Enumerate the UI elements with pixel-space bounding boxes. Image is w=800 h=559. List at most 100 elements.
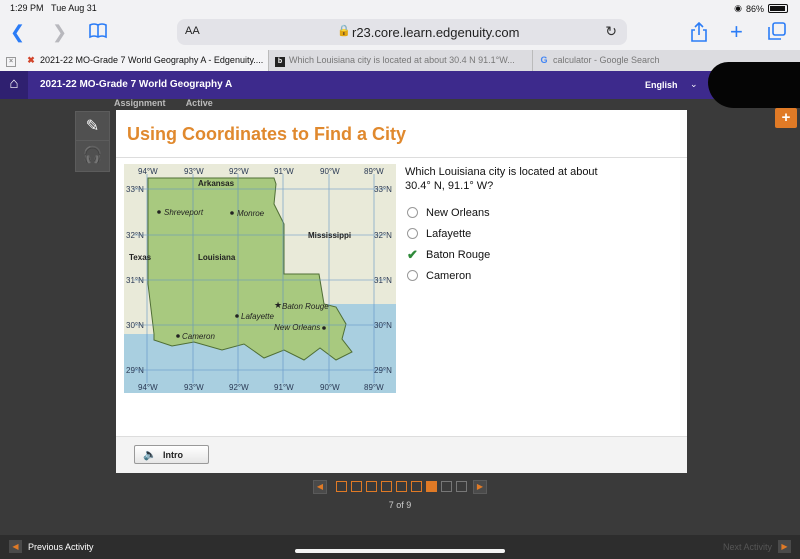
previous-activity-button[interactable]: ◀ — [9, 540, 22, 553]
radio-button[interactable] — [407, 207, 418, 218]
language-select[interactable]: English — [645, 80, 678, 90]
text-size-button[interactable]: AA — [185, 25, 200, 37]
google-icon: G — [540, 55, 548, 65]
status-time: 1:29 PM Tue Aug 31 — [10, 3, 97, 13]
option-cameron[interactable]: Cameron — [405, 265, 490, 286]
map-top-label: 91°W — [274, 167, 294, 176]
map-bottom-label: 93°W — [184, 383, 204, 392]
option-baton-rouge[interactable]: ✔ Baton Rouge — [405, 244, 490, 265]
map-right-label: 32°N — [374, 231, 392, 240]
checkmark-icon[interactable]: ✔ — [407, 248, 418, 261]
bookmarks-icon[interactable] — [88, 22, 108, 44]
assignment-label: Assignment — [114, 98, 166, 108]
reload-icon[interactable]: ↻ — [605, 23, 617, 40]
option-label: Baton Rouge — [426, 248, 491, 261]
map-bottom-label: 94°W — [138, 383, 158, 392]
next-page-button[interactable]: ▶ — [473, 480, 487, 494]
active-label: Active — [185, 98, 213, 108]
prev-page-button[interactable]: ◀ — [313, 480, 327, 494]
share-icon[interactable] — [690, 21, 708, 46]
city-monroe: Monroe — [237, 209, 265, 218]
tab-question-search[interactable]: b Which Louisiana city is located at abou… — [268, 50, 532, 71]
activity-card: Using Coordinates to Find a City 94°W 93… — [116, 110, 687, 473]
battery-indicator: ◉ 86% — [734, 3, 788, 14]
page-square[interactable] — [456, 481, 467, 492]
map-top-label: 92°W — [229, 167, 249, 176]
intro-label: Intro — [163, 450, 183, 460]
answer-options: New Orleans Lafayette ✔ Baton Rouge Came… — [405, 202, 490, 286]
option-label: Lafayette — [426, 227, 472, 240]
new-tab-icon[interactable]: + — [730, 21, 743, 43]
page-square-current[interactable] — [426, 481, 437, 492]
page-square[interactable] — [336, 481, 347, 492]
close-tab-icon[interactable]: × — [6, 57, 16, 67]
radio-button[interactable] — [407, 270, 418, 281]
battery-icon — [768, 4, 788, 13]
intro-button[interactable]: 🔈 Intro — [134, 445, 209, 464]
region-mississippi: Mississippi — [308, 231, 351, 240]
region-louisiana: Louisiana — [198, 253, 236, 262]
map-top-label: 93°W — [184, 167, 204, 176]
map-left-label: 30°N — [126, 321, 144, 330]
page-count: 7 of 9 — [388, 500, 412, 510]
map-right-label: 30°N — [374, 321, 392, 330]
next-activity-label[interactable]: Next Activity — [723, 542, 772, 552]
city-baton-rouge: Baton Rouge — [282, 302, 329, 311]
city-dot — [322, 326, 326, 330]
page-title: Using Coordinates to Find a City — [127, 124, 407, 144]
city-cameron: Cameron — [182, 332, 215, 341]
page-square[interactable] — [441, 481, 452, 492]
previous-activity-label[interactable]: Previous Activity — [28, 542, 94, 552]
pencil-icon: ✎ — [85, 118, 100, 135]
city-new-orleans: New Orleans — [274, 323, 320, 332]
address-bar[interactable]: AA 🔒 r23.core.learn.edgenuity.com ↻ — [177, 19, 627, 45]
tab-strip: × ✖ 2021-22 MO-Grade 7 World Geography A -… — [0, 50, 800, 71]
app-header: ⌂ 2021-22 MO-Grade 7 World Geography A E… — [0, 71, 800, 99]
radio-button[interactable] — [407, 228, 418, 239]
city-lafayette: Lafayette — [241, 312, 274, 321]
speaker-icon: 🔈 — [143, 449, 157, 461]
title-divider — [116, 157, 687, 158]
map-bottom-label: 91°W — [274, 383, 294, 392]
tabs-overview-icon[interactable] — [768, 22, 786, 44]
x-icon: ✖ — [27, 55, 35, 65]
back-icon[interactable]: ❮ — [10, 22, 25, 42]
option-new-orleans[interactable]: New Orleans — [405, 202, 490, 223]
chevron-left-icon: ◀ — [12, 542, 19, 551]
capital-star-icon: ★ — [274, 300, 282, 310]
wifi-icon: ◉ — [734, 3, 742, 13]
chevron-down-icon[interactable]: ⌄ — [690, 79, 698, 90]
browser-toolbar: ❮ ❯ AA 🔒 r23.core.learn.edgenuity.com ↻ … — [0, 16, 800, 50]
forward-icon[interactable]: ❯ — [52, 22, 67, 42]
next-activity-button[interactable]: ▶ — [778, 540, 791, 553]
pencil-tool-button[interactable]: ✎ — [75, 111, 110, 143]
map-left-label: 31°N — [126, 276, 144, 285]
map-right-label: 29°N — [374, 366, 392, 375]
page-square[interactable] — [351, 481, 362, 492]
map-top-label: 90°W — [320, 167, 340, 176]
page-square[interactable] — [411, 481, 422, 492]
map-bottom-label: 92°W — [229, 383, 249, 392]
city-dot — [157, 210, 161, 214]
city-dot — [176, 334, 180, 338]
map-right-label: 31°N — [374, 276, 392, 285]
page-square[interactable] — [381, 481, 392, 492]
option-lafayette[interactable]: Lafayette — [405, 223, 490, 244]
page-square[interactable] — [366, 481, 377, 492]
city-shreveport: Shreveport — [164, 208, 204, 217]
home-icon[interactable]: ⌂ — [0, 71, 28, 99]
page-square[interactable] — [396, 481, 407, 492]
home-indicator — [295, 549, 505, 553]
map-top-label: 89°W — [364, 167, 384, 176]
map-top-label: 94°W — [138, 167, 158, 176]
map-left-label: 29°N — [126, 366, 144, 375]
expand-button[interactable]: + — [775, 108, 797, 128]
tab-edgenuity[interactable]: × ✖ 2021-22 MO-Grade 7 World Geography A -… — [0, 50, 268, 71]
status-bar: 1:29 PM Tue Aug 31 ◉ 86% — [0, 0, 800, 16]
louisiana-map: 94°W 93°W 92°W 91°W 90°W 89°W 94°W 93°W … — [124, 164, 396, 393]
city-dot — [235, 314, 239, 318]
audio-tool-button[interactable]: 🎧 — [75, 140, 110, 172]
option-label: Cameron — [426, 269, 472, 282]
map-left-label: 33°N — [126, 185, 144, 194]
city-dot — [230, 211, 234, 215]
